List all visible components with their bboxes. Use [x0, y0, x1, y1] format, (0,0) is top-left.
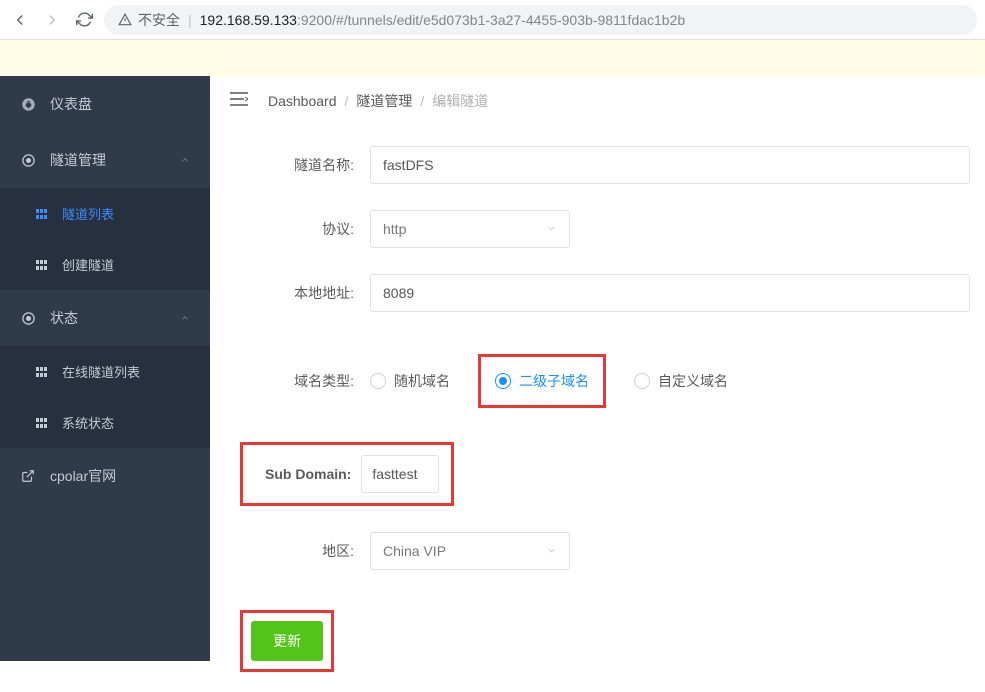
- radio-circle-icon: [495, 373, 511, 389]
- dashboard-icon: [20, 96, 36, 112]
- chevron-down-icon: [546, 221, 557, 237]
- tunnel-mgmt-icon: [20, 152, 36, 168]
- local-addr-input[interactable]: [370, 274, 970, 312]
- domain-type-radio-group: 随机域名 二级子域名 自定义域名: [370, 338, 728, 424]
- row-domain-type: 域名类型: 随机域名 二级子域名 自定义域名: [250, 338, 970, 424]
- forward-button[interactable]: [40, 8, 64, 32]
- sidebar-item-status[interactable]: 状态: [0, 290, 210, 346]
- region-label: 地区:: [250, 541, 370, 561]
- grid-icon: [36, 367, 48, 377]
- row-tunnel-name: 隧道名称:: [250, 146, 970, 184]
- row-protocol: 协议: http: [250, 210, 970, 248]
- region-select[interactable]: China VIP: [370, 532, 570, 570]
- reload-button[interactable]: [72, 8, 96, 32]
- warning-icon: [118, 13, 132, 27]
- submit-button[interactable]: 更新: [251, 621, 323, 661]
- breadcrumb: Dashboard / 隧道管理 / 编辑隧道: [268, 91, 488, 111]
- radio-label: 自定义域名: [658, 371, 728, 391]
- highlight-box: 二级子域名: [478, 354, 606, 408]
- status-icon: [20, 310, 36, 326]
- sidebar-item-system-status[interactable]: 系统状态: [0, 397, 210, 448]
- sidebar: 仪表盘 隧道管理 隧道列表 创建隧道 状态: [0, 76, 210, 661]
- subdomain-label: Sub Domain:: [265, 466, 361, 482]
- highlight-band: [0, 40, 985, 76]
- sidebar-label: 隧道列表: [62, 204, 114, 223]
- protocol-label: 协议:: [250, 219, 370, 239]
- sidebar-label: 仪表盘: [50, 94, 92, 114]
- row-region: 地区: China VIP: [250, 532, 970, 570]
- sidebar-label: cpolar官网: [50, 466, 116, 486]
- form-area: 隧道名称: 协议: http 本地地址: 域名类型:: [210, 126, 985, 692]
- url-bar[interactable]: 不安全 | 192.168.59.133:9200/#/tunnels/edit…: [104, 5, 977, 35]
- domain-type-label: 域名类型:: [250, 371, 370, 391]
- back-button[interactable]: [8, 8, 32, 32]
- tunnel-name-label: 隧道名称:: [250, 155, 370, 175]
- sidebar-item-create-tunnel[interactable]: 创建隧道: [0, 239, 210, 290]
- insecure-label: 不安全: [138, 10, 180, 30]
- external-link-icon: [20, 468, 36, 484]
- breadcrumb-dashboard[interactable]: Dashboard: [268, 93, 337, 109]
- chevron-down-icon: [546, 543, 557, 559]
- radio-custom-domain[interactable]: 自定义域名: [634, 371, 728, 391]
- chevron-up-icon: [180, 152, 190, 168]
- breadcrumb-edit-tunnel: 编辑隧道: [432, 91, 488, 111]
- submit-area: 更新: [250, 610, 970, 672]
- sidebar-label: 隧道管理: [50, 150, 106, 170]
- tunnel-name-input[interactable]: [370, 146, 970, 184]
- sidebar-item-tunnel-list[interactable]: 隧道列表: [0, 188, 210, 239]
- protocol-select[interactable]: http: [370, 210, 570, 248]
- url-text: 192.168.59.133:9200/#/tunnels/edit/e5d07…: [200, 12, 686, 28]
- chevron-up-icon: [180, 310, 190, 326]
- radio-circle-icon: [634, 373, 650, 389]
- grid-icon: [36, 260, 48, 270]
- radio-label: 随机域名: [394, 371, 450, 391]
- radio-circle-icon: [370, 373, 386, 389]
- region-value: China VIP: [383, 543, 446, 559]
- breadcrumb-sep: /: [345, 93, 349, 109]
- grid-icon: [36, 418, 48, 428]
- main-content: Dashboard / 隧道管理 / 编辑隧道 隧道名称: 协议: http: [210, 76, 985, 661]
- sidebar-item-online-tunnels[interactable]: 在线隧道列表: [0, 346, 210, 397]
- sidebar-item-cpolar-site[interactable]: cpolar官网: [0, 448, 210, 504]
- sidebar-label: 状态: [50, 308, 78, 328]
- sidebar-label: 创建隧道: [62, 255, 114, 274]
- browser-toolbar: 不安全 | 192.168.59.133:9200/#/tunnels/edit…: [0, 0, 985, 40]
- highlight-box: 更新: [240, 610, 334, 672]
- radio-random-domain[interactable]: 随机域名: [370, 371, 450, 391]
- sidebar-label: 系统状态: [62, 413, 114, 432]
- sidebar-item-dashboard[interactable]: 仪表盘: [0, 76, 210, 132]
- subdomain-input[interactable]: [361, 455, 439, 493]
- grid-icon: [36, 209, 48, 219]
- radio-subdomain[interactable]: 二级子域名: [495, 371, 589, 391]
- menu-toggle-icon[interactable]: [230, 92, 248, 111]
- sidebar-label: 在线隧道列表: [62, 362, 140, 381]
- row-subdomain: Sub Domain:: [240, 442, 970, 506]
- insecure-indicator: 不安全: [118, 10, 180, 30]
- highlight-box: Sub Domain:: [240, 442, 454, 506]
- topbar: Dashboard / 隧道管理 / 编辑隧道: [210, 76, 985, 126]
- breadcrumb-sep: /: [420, 93, 424, 109]
- breadcrumb-tunnel-mgmt[interactable]: 隧道管理: [356, 91, 412, 111]
- row-local-addr: 本地地址:: [250, 274, 970, 312]
- radio-label: 二级子域名: [519, 371, 589, 391]
- protocol-value: http: [383, 221, 406, 237]
- sidebar-item-tunnel-mgmt[interactable]: 隧道管理: [0, 132, 210, 188]
- local-addr-label: 本地地址:: [250, 283, 370, 303]
